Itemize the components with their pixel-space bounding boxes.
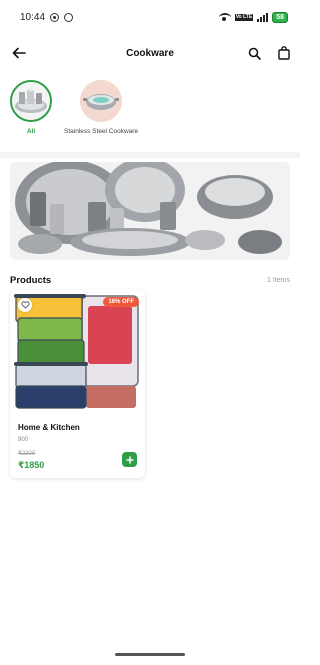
promo-banner[interactable]: [10, 162, 290, 260]
product-old-price: ₹2200: [18, 451, 36, 457]
shopping-bag-icon: [278, 46, 290, 60]
wifi-icon: [218, 12, 231, 22]
category-stainless-steel-cookware[interactable]: Stainless Steel Cookware: [64, 80, 138, 135]
status-time: 10:44: [20, 11, 46, 23]
cart-button[interactable]: [275, 44, 293, 62]
category-all[interactable]: All: [10, 80, 52, 135]
wishlist-button[interactable]: [18, 298, 32, 312]
product-card[interactable]: 16% OFF Home & Kitchen 900 ₹2200 ₹1850: [10, 290, 145, 478]
product-price: ₹1850: [18, 460, 45, 470]
steel-kadai-icon: [80, 80, 123, 122]
notification-icon: [50, 12, 60, 22]
category-image: [80, 80, 123, 122]
discount-badge: 16% OFF: [103, 297, 139, 307]
home-indicator[interactable]: [115, 653, 185, 656]
category-label: All: [26, 128, 36, 135]
search-icon: [248, 47, 261, 60]
signal-icon: [257, 12, 269, 22]
section-divider: [0, 152, 300, 158]
app-header: Cookware: [0, 38, 300, 70]
status-bar: 10:44 Vo LTE 58: [0, 0, 300, 34]
product-weight: 900: [18, 437, 29, 443]
battery-icon: 58: [272, 11, 288, 23]
status-left: 10:44: [20, 11, 74, 23]
products-heading: Products: [10, 275, 52, 286]
items-count: 1 Items: [267, 277, 290, 284]
heart-icon: [20, 301, 30, 309]
category-label: Stainless Steel Cookware: [64, 128, 139, 135]
volte-icon: Vo LTE: [234, 13, 254, 21]
product-name: Home & Kitchen: [18, 423, 80, 432]
status-right: Vo LTE 58: [218, 11, 288, 23]
steel-utensils-banner-image: [10, 162, 290, 260]
sync-icon: [64, 12, 74, 22]
category-image: [10, 80, 52, 122]
plus-icon: [125, 455, 134, 464]
category-list: All Stainless Steel Cookware: [0, 80, 300, 142]
search-button[interactable]: [245, 44, 263, 62]
add-to-cart-button[interactable]: [122, 452, 137, 467]
steel-utensils-icon: [12, 82, 50, 120]
